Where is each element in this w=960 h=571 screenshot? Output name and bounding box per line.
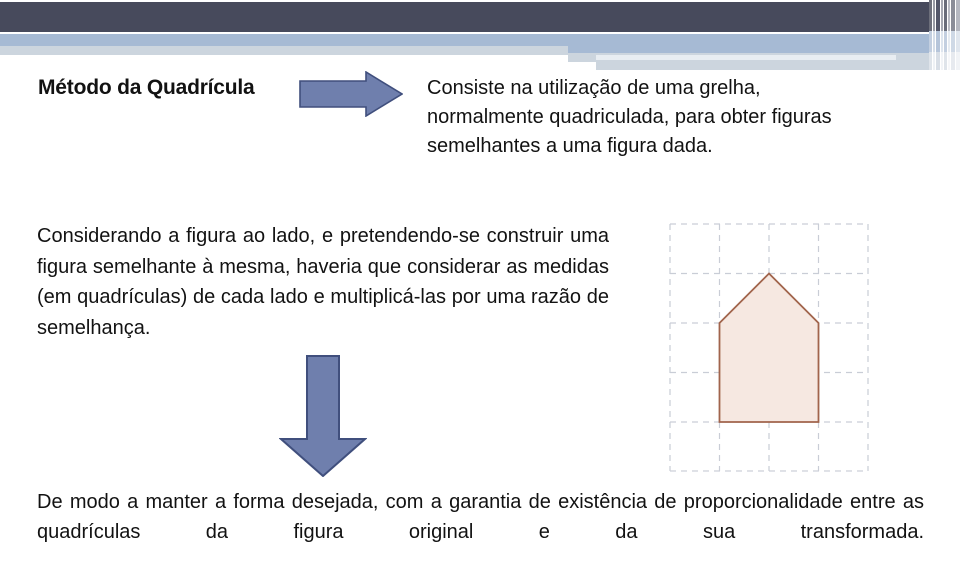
header-stripe-1 [929, 0, 932, 70]
header-stripe-7 [951, 0, 955, 70]
header-stripe-2 [933, 0, 935, 70]
header-band-pale-left [0, 46, 568, 55]
header-band-blue-left [0, 34, 568, 46]
header-decorative-banner [0, 0, 960, 72]
header-stripe-3 [936, 0, 940, 70]
house-pentagon-shape [718, 272, 820, 423]
header-band-blue-right [568, 34, 929, 53]
slide-canvas: Método da Quadrícula Consiste na utiliza… [0, 0, 960, 571]
header-stripe-5 [944, 0, 947, 70]
figure-grid-container [640, 195, 900, 485]
header-stripe-8 [956, 0, 960, 70]
arrow-right-icon [299, 71, 403, 117]
body-paragraph: Considerando a figura ao lado, e pretend… [37, 225, 609, 339]
header-band-dark [0, 2, 929, 32]
page-title: Método da Quadrícula [38, 76, 255, 99]
arrow-down-icon [279, 355, 367, 477]
header-band-pale-lower [596, 60, 929, 70]
footer-paragraph: De modo a manter a forma desejada, com a… [37, 491, 924, 543]
header-stripe-6 [948, 0, 950, 70]
header-stripe-4 [941, 0, 943, 70]
intro-paragraph: Consiste na utilização de uma grelha, no… [427, 77, 832, 157]
